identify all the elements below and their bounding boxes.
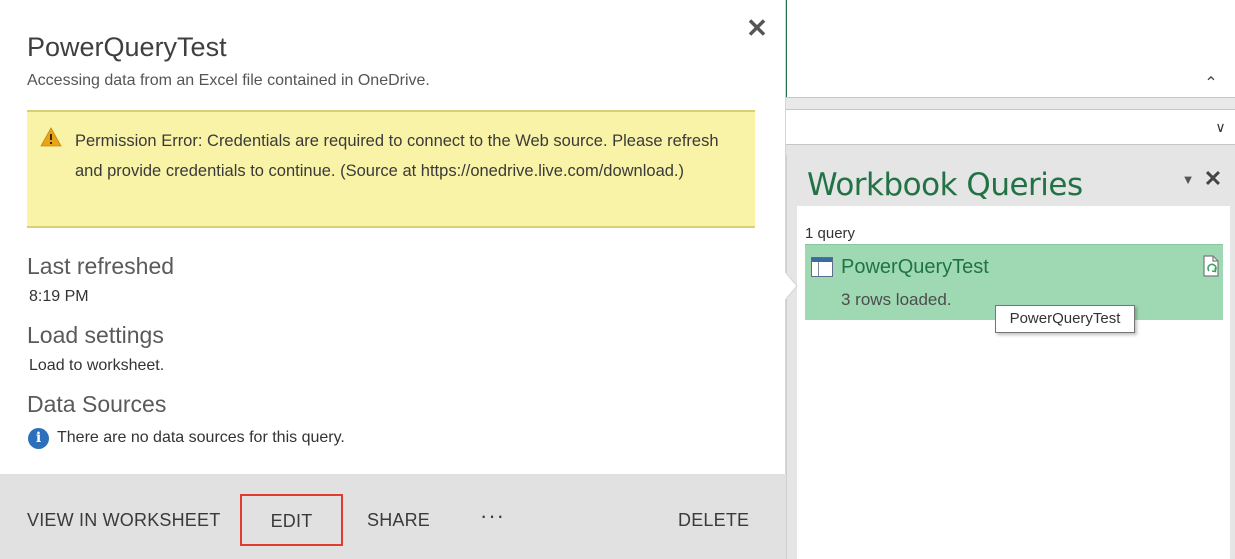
view-in-worksheet-button[interactable]: VIEW IN WORKSHEET: [27, 474, 220, 559]
query-count: 1 query: [805, 225, 856, 242]
formula-strip: [786, 97, 1235, 109]
more-options-button[interactable]: ···: [480, 474, 505, 559]
action-bar: VIEW IN WORKSHEET EDIT SHARE ··· DELETE: [0, 474, 786, 559]
chevron-down-icon[interactable]: ∨: [1205, 110, 1235, 144]
ribbon-collapse-icon[interactable]: ⌃: [1201, 74, 1221, 94]
error-message: Permission Error: Credentials are requir…: [75, 132, 719, 180]
permission-error-banner: Permission Error: Credentials are requir…: [27, 110, 755, 228]
load-settings-value: Load to worksheet.: [29, 357, 165, 374]
dropdown-row[interactable]: ∨: [786, 109, 1235, 145]
data-sources-label: Data Sources: [27, 391, 167, 417]
load-settings-label: Load settings: [27, 322, 164, 348]
flyout-pointer: [785, 272, 798, 300]
query-details-flyout: ✕ PowerQueryTest Accessing data from an …: [0, 0, 786, 559]
divider: [786, 145, 1235, 155]
query-description: Accessing data from an Excel file contai…: [27, 72, 430, 89]
info-icon: i: [28, 428, 49, 449]
data-sources-value: There are no data sources for this query…: [57, 429, 345, 446]
query-status: 3 rows loaded.: [841, 290, 952, 309]
last-refreshed-label: Last refreshed: [27, 253, 175, 279]
delete-button[interactable]: DELETE: [678, 474, 749, 559]
query-name[interactable]: PowerQueryTest: [841, 256, 989, 279]
workbook-queries-pane: Workbook Queries ▼ ✕ 1 query PowerQueryT…: [786, 155, 1235, 559]
warning-icon: [40, 127, 62, 147]
last-refreshed-value: 8:19 PM: [29, 288, 89, 305]
pane-title: Workbook Queries: [807, 167, 1083, 203]
query-title: PowerQueryTest: [27, 32, 227, 62]
edit-button[interactable]: EDIT: [240, 494, 343, 546]
pane-close-icon[interactable]: ✕: [1203, 168, 1223, 190]
query-list: 1 query PowerQueryTest 3 rows loaded.: [797, 206, 1230, 559]
pane-options-icon[interactable]: ▼: [1179, 171, 1197, 189]
table-icon: [811, 257, 833, 277]
ribbon-area: ⌃: [786, 0, 1235, 97]
share-button[interactable]: SHARE: [367, 474, 430, 559]
close-icon[interactable]: ✕: [745, 14, 769, 42]
refresh-document-icon[interactable]: [1201, 255, 1221, 279]
query-tooltip: PowerQueryTest: [995, 305, 1135, 333]
